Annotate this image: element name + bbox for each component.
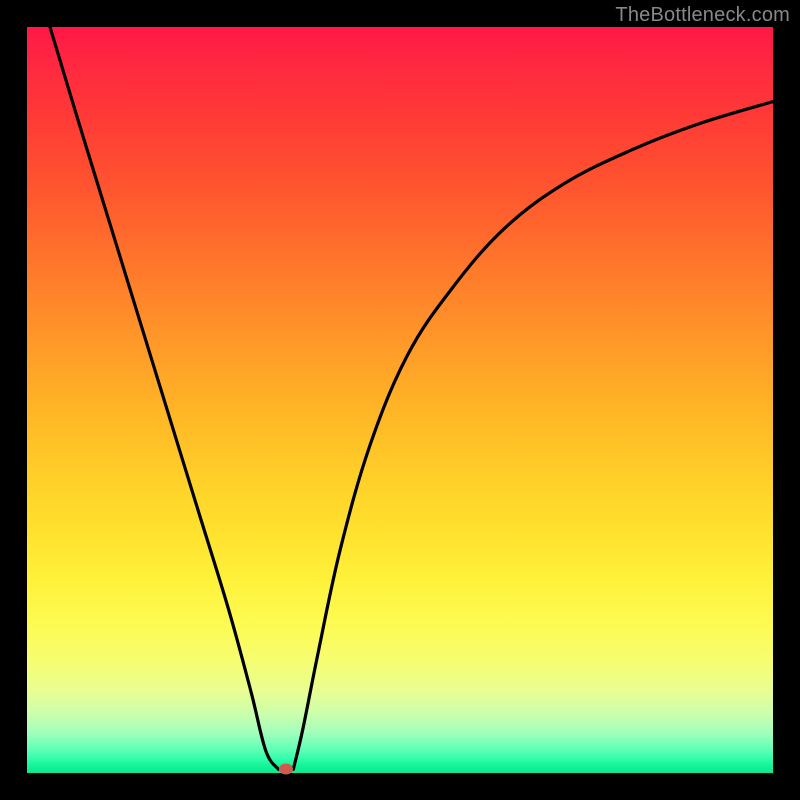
curve-right-branch [293,102,773,770]
optimum-marker [279,764,293,775]
curve-left-branch [49,27,278,769]
chart-frame: TheBottleneck.com [0,0,800,800]
bottleneck-curve [27,27,773,773]
watermark-text: TheBottleneck.com [615,4,790,27]
plot-area [27,27,773,773]
